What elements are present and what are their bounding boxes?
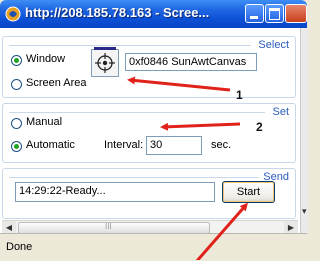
- crosshair-icon: [95, 53, 115, 73]
- screen-area-radio[interactable]: [11, 79, 22, 90]
- browser-icon: [5, 6, 21, 22]
- start-button[interactable]: Start: [222, 181, 275, 203]
- manual-radio-label: Manual: [26, 116, 63, 128]
- status-bar: Done: [0, 233, 307, 261]
- screen-area-radio-label: Screen Area: [26, 77, 87, 89]
- scroll-down-icon[interactable]: ▾: [302, 206, 307, 217]
- set-panel-title: Set: [272, 106, 289, 118]
- interval-input[interactable]: 30: [146, 136, 202, 155]
- send-panel: Send 14:29:22-Ready... Start: [2, 168, 296, 219]
- status-bar-text: Done: [6, 241, 33, 253]
- interval-label: Interval:: [104, 139, 144, 151]
- set-panel: Set Manual Automatic Interval: 30 sec.: [2, 103, 296, 163]
- close-button[interactable]: [285, 4, 307, 23]
- panel-divider: [9, 177, 259, 178]
- panel-divider: [9, 112, 265, 113]
- automatic-radio-label: Automatic: [26, 139, 75, 151]
- horizontal-scrollbar[interactable]: ◀ III ▶: [2, 220, 298, 234]
- window-title: http://208.185.78.163 - Scree...: [25, 5, 210, 20]
- select-panel: Select Window 0xf0846 SunAwtCanvas Scree…: [2, 36, 296, 98]
- window-picker-button[interactable]: [91, 47, 119, 77]
- automatic-radio[interactable]: [11, 141, 22, 152]
- minimize-button[interactable]: [245, 4, 264, 23]
- manual-radio[interactable]: [11, 118, 22, 129]
- annotation-number-2: 2: [256, 120, 263, 134]
- panel-divider: [9, 45, 251, 46]
- scrollbar-grip: III: [105, 222, 112, 231]
- annotation-number-1: 1: [236, 88, 243, 102]
- window-titlebar[interactable]: http://208.185.78.163 - Scree...: [0, 0, 307, 28]
- maximize-button[interactable]: [265, 4, 284, 23]
- interval-unit: sec.: [211, 139, 232, 151]
- status-field: 14:29:22-Ready...: [15, 182, 215, 202]
- vertical-scrollbar[interactable]: ▾: [300, 28, 308, 233]
- window-radio[interactable]: [11, 55, 22, 66]
- window-radio-label: Window: [26, 53, 66, 65]
- window-handle-field[interactable]: 0xf0846 SunAwtCanvas: [125, 53, 257, 71]
- select-panel-title: Select: [258, 39, 289, 51]
- content-area: Select Window 0xf0846 SunAwtCanvas Scree…: [0, 28, 300, 235]
